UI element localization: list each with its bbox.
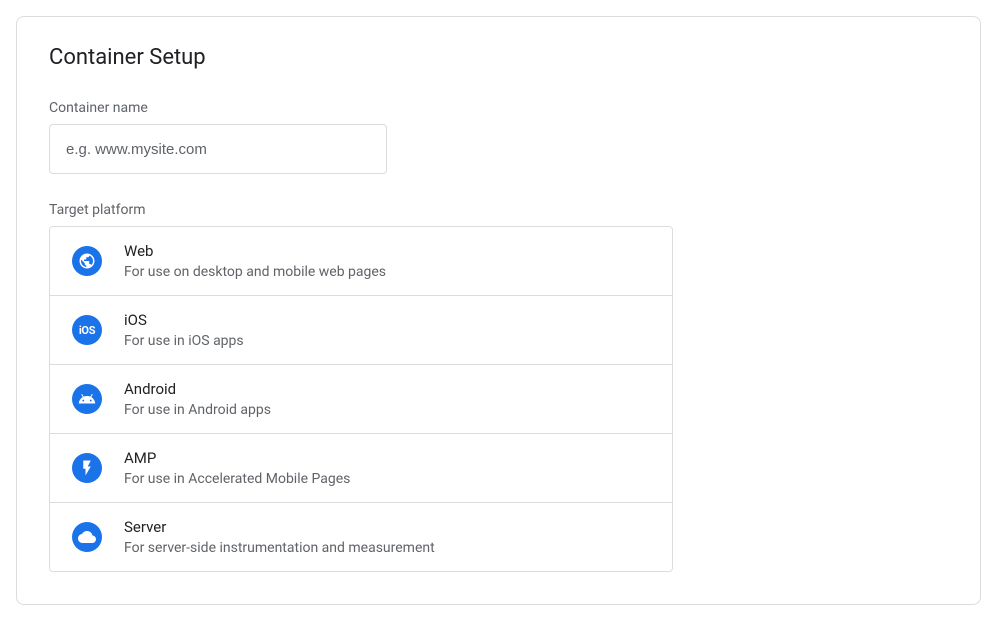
target-platform-label: Target platform [49, 202, 948, 218]
platform-description: For use on desktop and mobile web pages [124, 263, 386, 281]
platform-title: AMP [124, 448, 350, 468]
bolt-icon [72, 453, 102, 483]
platform-list: Web For use on desktop and mobile web pa… [49, 226, 673, 572]
platform-text: iOS For use in iOS apps [124, 310, 244, 350]
platform-option-web[interactable]: Web For use on desktop and mobile web pa… [50, 227, 672, 296]
container-name-input[interactable] [49, 124, 387, 174]
platform-title: Web [124, 241, 386, 261]
platform-title: iOS [124, 310, 244, 330]
page-title: Container Setup [49, 45, 948, 70]
container-name-label: Container name [49, 100, 948, 116]
platform-option-amp[interactable]: AMP For use in Accelerated Mobile Pages [50, 434, 672, 503]
cloud-icon [72, 522, 102, 552]
platform-title: Server [124, 517, 435, 537]
ios-icon: iOS [72, 315, 102, 345]
platform-description: For use in Android apps [124, 401, 271, 419]
platform-text: AMP For use in Accelerated Mobile Pages [124, 448, 350, 488]
platform-text: Android For use in Android apps [124, 379, 271, 419]
platform-description: For use in iOS apps [124, 332, 244, 350]
container-setup-card: Container Setup Container name Target pl… [16, 16, 981, 605]
globe-icon [72, 246, 102, 276]
target-platform-section: Target platform Web For use on desktop a… [49, 202, 948, 572]
platform-option-server[interactable]: Server For server-side instrumentation a… [50, 503, 672, 571]
container-name-field: Container name [49, 100, 948, 174]
platform-text: Web For use on desktop and mobile web pa… [124, 241, 386, 281]
platform-option-android[interactable]: Android For use in Android apps [50, 365, 672, 434]
platform-title: Android [124, 379, 271, 399]
android-icon [72, 384, 102, 414]
platform-option-ios[interactable]: iOS iOS For use in iOS apps [50, 296, 672, 365]
platform-description: For server-side instrumentation and meas… [124, 539, 435, 557]
platform-description: For use in Accelerated Mobile Pages [124, 470, 350, 488]
platform-text: Server For server-side instrumentation a… [124, 517, 435, 557]
